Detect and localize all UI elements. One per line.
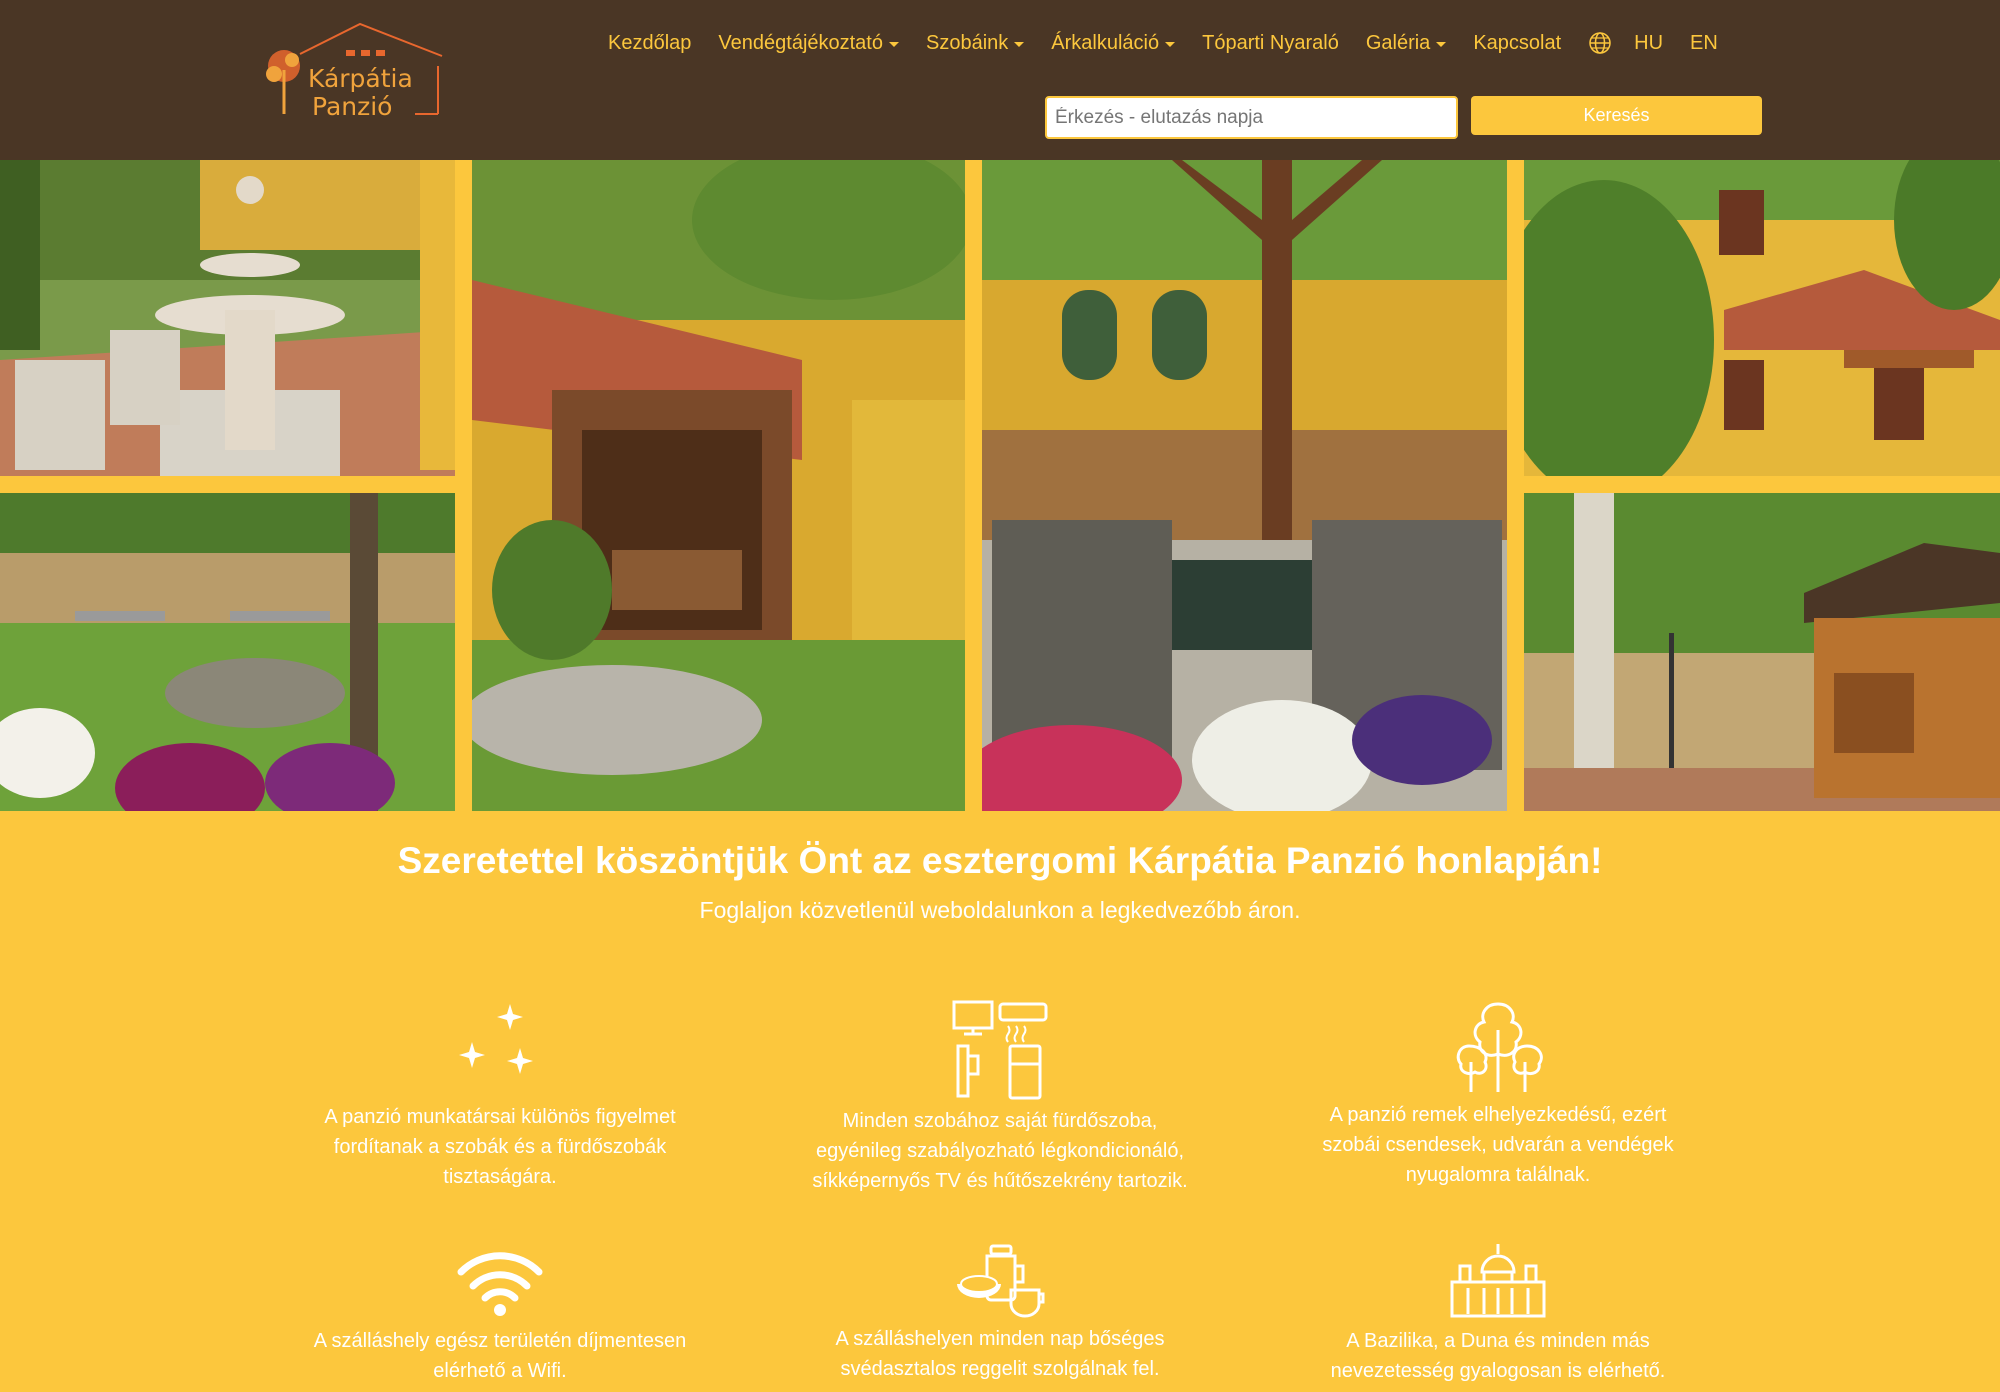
feature-text-line: síkképernyős TV és hűtőszekrény tartozik…: [812, 1170, 1188, 1192]
wooden-cottage-photo-image: [1524, 493, 2000, 811]
site-header: Kárpátia Panzió Kezdőlap Vendégtájékozta…: [0, 0, 2000, 160]
date-range-input[interactable]: [1045, 96, 1458, 139]
feature-text-line: A panzió remek elhelyezkedésű, ezért: [1329, 1104, 1667, 1126]
gallery-photo-pergola[interactable]: [472, 160, 965, 811]
main-nav: Kezdőlap Vendégtájékoztató Szobáink Árka…: [608, 26, 1745, 60]
photo-gallery: [0, 160, 2000, 811]
pergola-photo-image: [472, 160, 965, 811]
caret-down-icon: [1165, 41, 1176, 47]
feature-text-line: A panzió munkatársai különös figyelmet: [324, 1106, 676, 1128]
nav-item-home[interactable]: Kezdőlap: [608, 32, 691, 55]
feature-wifi: A szálláshely egész területén díjmentese…: [300, 1250, 700, 1386]
gallery-photo-house-exterior[interactable]: [1524, 160, 2000, 476]
garden-lawn-photo-image: [0, 493, 455, 811]
feature-text-line: svédasztalos reggelit szolgálnak fel.: [840, 1358, 1160, 1380]
feature-text-line: nevezetesség gyalogosan is elérhető.: [1330, 1360, 1666, 1382]
logo-line-1: Kárpátia: [308, 64, 413, 93]
basilica-icon: [1450, 1244, 1546, 1318]
gallery-photo-terrace[interactable]: [982, 160, 1507, 811]
welcome-title: Szeretettel köszöntjük Önt az esztergomi…: [397, 840, 1603, 881]
lang-en-link[interactable]: EN: [1690, 32, 1718, 55]
room-amenities-icon: [952, 1000, 1048, 1100]
caret-down-icon: [1436, 41, 1447, 47]
search-button[interactable]: Keresés: [1471, 96, 1762, 135]
terrace-photo-image: [982, 160, 1507, 811]
feature-text-line: A Bazilika, a Duna és minden más: [1346, 1330, 1650, 1352]
trees-icon: [1456, 1002, 1543, 1092]
feature-cleanliness: A panzió munkatársai különös figyelmet f…: [300, 1000, 700, 1192]
feature-text-line: tisztaságára.: [443, 1166, 557, 1188]
feature-text-line: A szálláshelyen minden nap bőséges: [835, 1328, 1165, 1350]
lang-hu-link[interactable]: HU: [1634, 32, 1663, 55]
caret-down-icon: [1014, 41, 1025, 47]
feature-text-line: egyénileg szabályozható légkondicionáló,: [815, 1140, 1185, 1162]
nav-item-rooms[interactable]: Szobáink: [926, 32, 1025, 55]
gallery-photo-wooden-cottage[interactable]: [1524, 493, 2000, 811]
feature-text-line: elérhető a Wifi.: [433, 1360, 567, 1382]
nav-item-guest-info[interactable]: Vendégtájékoztató: [718, 32, 899, 55]
feature-location-basilica: A Bazilika, a Duna és minden más nevezet…: [1298, 1244, 1698, 1386]
breakfast-icon: [957, 1244, 1045, 1318]
feature-text-line: Minden szobához saját fürdőszoba,: [842, 1110, 1158, 1132]
site-logo[interactable]: Kárpátia Panzió: [260, 22, 450, 122]
sparkle-icon: [459, 1004, 533, 1074]
nav-item-lakeside-cottage[interactable]: Tóparti Nyaraló: [1202, 32, 1339, 55]
feature-text-line: szobái csendesek, udvarán a vendégek: [1322, 1134, 1674, 1156]
feature-quiet-location: A panzió remek elhelyezkedésű, ezért szo…: [1298, 1000, 1698, 1190]
feature-text-line: fordítanak a szobák és a fürdőszobák: [333, 1136, 667, 1158]
gallery-photo-fountain[interactable]: [0, 160, 455, 476]
feature-text-line: nyugalomra találnak.: [1405, 1164, 1591, 1186]
nav-item-price-calc[interactable]: Árkalkuláció: [1051, 32, 1176, 55]
nav-item-contact[interactable]: Kapcsolat: [1473, 32, 1561, 55]
feature-breakfast: A szálláshelyen minden nap bőséges svéda…: [800, 1244, 1200, 1384]
nav-item-gallery[interactable]: Galéria: [1366, 32, 1447, 55]
logo-line-2: Panzió: [312, 92, 393, 121]
wifi-icon: [457, 1252, 543, 1316]
globe-icon[interactable]: [1588, 31, 1612, 55]
feature-text-line: A szálláshely egész területén díjmentese…: [313, 1330, 687, 1352]
welcome-subtitle: Foglaljon közvetlenül weboldalunkon a le…: [699, 897, 1301, 923]
house-exterior-photo-image: [1524, 160, 2000, 476]
feature-room-amenities: Minden szobához saját fürdőszoba, egyéni…: [800, 1000, 1200, 1196]
gallery-photo-garden-lawn[interactable]: [0, 493, 455, 811]
caret-down-icon: [889, 41, 899, 47]
fountain-photo-image: [0, 160, 455, 476]
